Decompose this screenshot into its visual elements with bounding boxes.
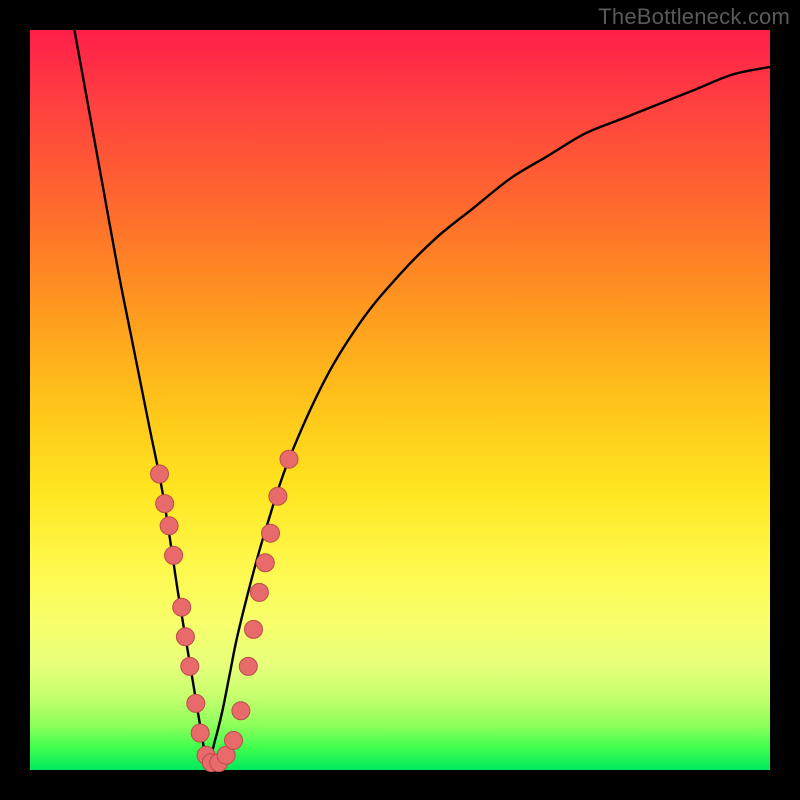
scatter-point	[151, 465, 169, 483]
scatter-point	[176, 628, 194, 646]
scatter-points	[151, 450, 299, 771]
scatter-point	[165, 546, 183, 564]
scatter-point	[173, 598, 191, 616]
scatter-point	[245, 620, 263, 638]
scatter-point	[191, 724, 209, 742]
scatter-point	[160, 517, 178, 535]
scatter-point	[187, 694, 205, 712]
scatter-point	[225, 731, 243, 749]
watermark-text: TheBottleneck.com	[598, 4, 790, 30]
scatter-point	[280, 450, 298, 468]
scatter-point	[269, 487, 287, 505]
scatter-point	[181, 657, 199, 675]
scatter-point	[250, 583, 268, 601]
scatter-point	[232, 702, 250, 720]
chart-overlay	[30, 30, 770, 770]
scatter-point	[156, 495, 174, 513]
chart-frame: TheBottleneck.com	[0, 0, 800, 800]
scatter-point	[239, 657, 257, 675]
bottleneck-curve	[74, 30, 770, 763]
scatter-point	[262, 524, 280, 542]
scatter-point	[256, 554, 274, 572]
